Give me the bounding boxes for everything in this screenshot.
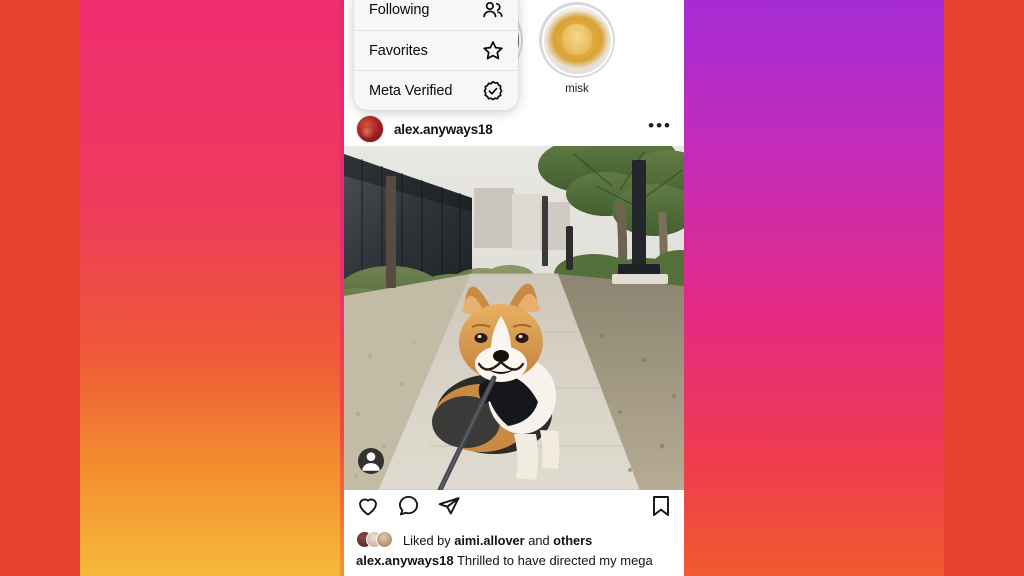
post-username[interactable]: alex.anyways18 [394, 122, 493, 137]
likes-row: Liked by aimi.allover and others [344, 528, 684, 552]
likes-prefix: Liked by [403, 532, 455, 548]
bookmark-icon[interactable] [650, 494, 672, 523]
menu-item-following[interactable]: Following [354, 0, 518, 30]
avatar-image [543, 6, 611, 74]
post-header: alex.anyways18 ••• [344, 112, 684, 146]
post-options-button[interactable]: ••• [648, 117, 672, 137]
screenshot-root: aimi.allover lil_wyatt838 misk [0, 0, 1024, 576]
menu-item-label: Following [369, 2, 430, 18]
menu-item-label: Favorites [369, 42, 428, 59]
post-image[interactable] [344, 146, 684, 490]
verified-badge-icon [482, 80, 504, 102]
post-caption: alex.anyways18 Thrilled to have directed… [344, 553, 684, 568]
avatar[interactable] [356, 115, 384, 143]
likes-others[interactable]: others [553, 533, 592, 548]
instagram-app-panel: aimi.allover lil_wyatt838 misk [344, 0, 684, 576]
story-ring-seen[interactable] [539, 2, 615, 78]
people-icon [482, 1, 504, 19]
caption-username[interactable]: alex.anyways18 [356, 553, 454, 568]
menu-item-favorites[interactable]: Favorites [354, 30, 518, 70]
share-icon[interactable] [437, 494, 461, 523]
story-item[interactable]: misk [536, 2, 618, 95]
tagged-people-icon[interactable] [358, 448, 384, 474]
likes-text: Liked by aimi.allover and others [403, 533, 592, 548]
liked-by-avatars [356, 531, 396, 549]
feed-filter-dropdown[interactable]: Following Favorites Meta Verified [354, 0, 518, 110]
story-username: misk [565, 83, 589, 95]
avatar [376, 531, 393, 548]
background-gradient-right [644, 0, 944, 576]
caption-text: Thrilled to have directed my mega [453, 553, 653, 568]
likes-middle: and [524, 532, 554, 548]
likes-username[interactable]: aimi.allover [454, 533, 524, 548]
story-avatar [541, 4, 613, 76]
menu-item-label: Meta Verified [369, 82, 453, 99]
star-icon [482, 40, 504, 61]
menu-item-meta-verified[interactable]: Meta Verified [354, 70, 518, 110]
post-image-artwork [344, 146, 684, 490]
background-gradient-left [80, 0, 380, 576]
heart-icon[interactable] [356, 494, 380, 523]
post-action-bar [344, 490, 684, 526]
comment-icon[interactable] [397, 494, 420, 522]
